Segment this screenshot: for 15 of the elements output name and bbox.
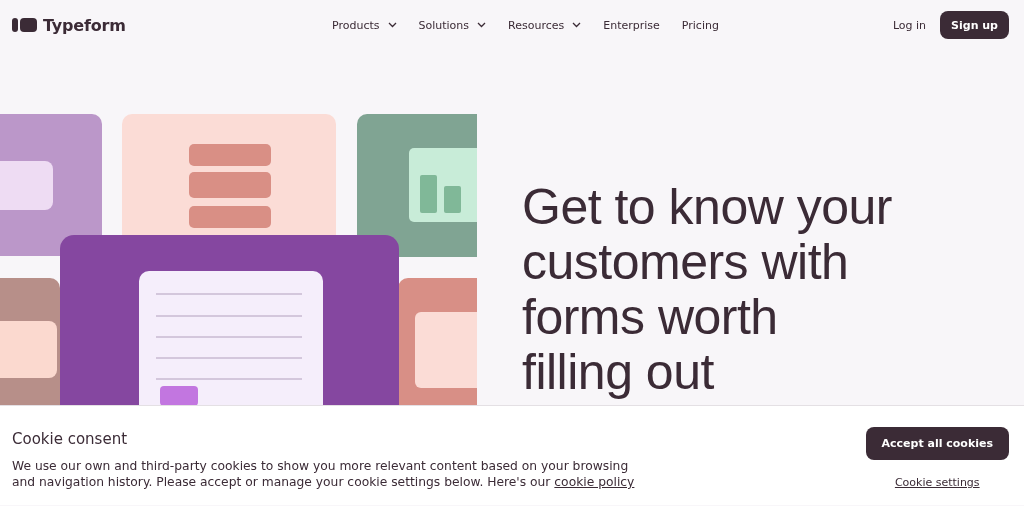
cookie-settings-link[interactable]: Cookie settings bbox=[894, 476, 980, 489]
nav-link[interactable]: Resources bbox=[508, 18, 582, 32]
signup-button[interactable]: Sign up bbox=[940, 11, 1009, 39]
nav-link[interactable]: Solutions bbox=[418, 18, 487, 32]
nav-link[interactable]: Products bbox=[332, 18, 397, 32]
cookie-title: Cookie consent bbox=[12, 430, 129, 448]
nav-link[interactable]: Enterprise bbox=[603, 18, 660, 32]
logo-text[interactable]: Typeform bbox=[43, 15, 126, 35]
nav-link[interactable]: Pricing bbox=[681, 18, 719, 32]
cookie-policy-link[interactable]: cookie policy bbox=[554, 475, 635, 489]
cookie-text: We use our own and third-party cookies to show you more relevant content based on your browsing and navigation history. Please accept or manage your cookie settings below. Here's our cookie policy bbox=[12, 458, 636, 490]
hero-heading: Get to know your customers with forms worth filling out bbox=[522, 180, 893, 402]
logo-icon bbox=[12, 17, 37, 33]
login-link[interactable]: Log in bbox=[892, 18, 927, 32]
accept-cookies-button[interactable]: Accept all cookies bbox=[865, 427, 1009, 460]
